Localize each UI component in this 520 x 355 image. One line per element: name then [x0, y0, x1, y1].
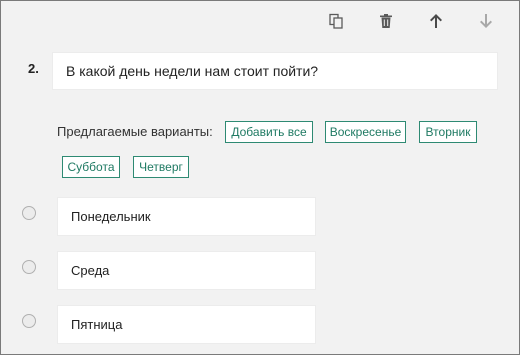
suggestion-chip-thursday[interactable]: Четверг [133, 156, 189, 178]
delete-button[interactable] [372, 7, 400, 35]
option-text-3: Пятница [71, 317, 123, 332]
suggestion-chip-tuesday[interactable]: Вторник [419, 121, 477, 143]
option-field-1[interactable]: Понедельник [57, 197, 316, 236]
option-field-3[interactable]: Пятница [57, 305, 316, 344]
suggestion-chip-saturday[interactable]: Суббота [62, 156, 120, 178]
copy-icon [329, 13, 343, 29]
question-card: 2. В какой день недели нам стоит пойти? … [0, 0, 520, 355]
add-all-suggestions-button[interactable]: Добавить все [225, 121, 313, 143]
question-text: В какой день недели нам стоит пойти? [66, 63, 319, 79]
suggestions-label: Предлагаемые варианты: [57, 124, 213, 139]
suggestion-chip-sunday[interactable]: Воскресенье [325, 121, 406, 143]
move-up-button[interactable] [422, 7, 450, 35]
question-text-field[interactable]: В какой день недели нам стоит пойти? [52, 52, 498, 90]
move-down-button[interactable] [472, 7, 500, 35]
option-text-1: Понедельник [71, 209, 151, 224]
copy-button[interactable] [322, 7, 350, 35]
option-field-2[interactable]: Среда [57, 251, 316, 290]
option-text-2: Среда [71, 263, 110, 278]
option-radio-3[interactable] [22, 314, 36, 328]
arrow-up-icon [430, 14, 442, 28]
question-toolbar [1, 7, 520, 35]
arrow-down-icon [480, 14, 492, 28]
delete-icon [380, 14, 392, 28]
option-radio-2[interactable] [22, 260, 36, 274]
question-number: 2. [28, 61, 39, 76]
option-radio-1[interactable] [22, 206, 36, 220]
